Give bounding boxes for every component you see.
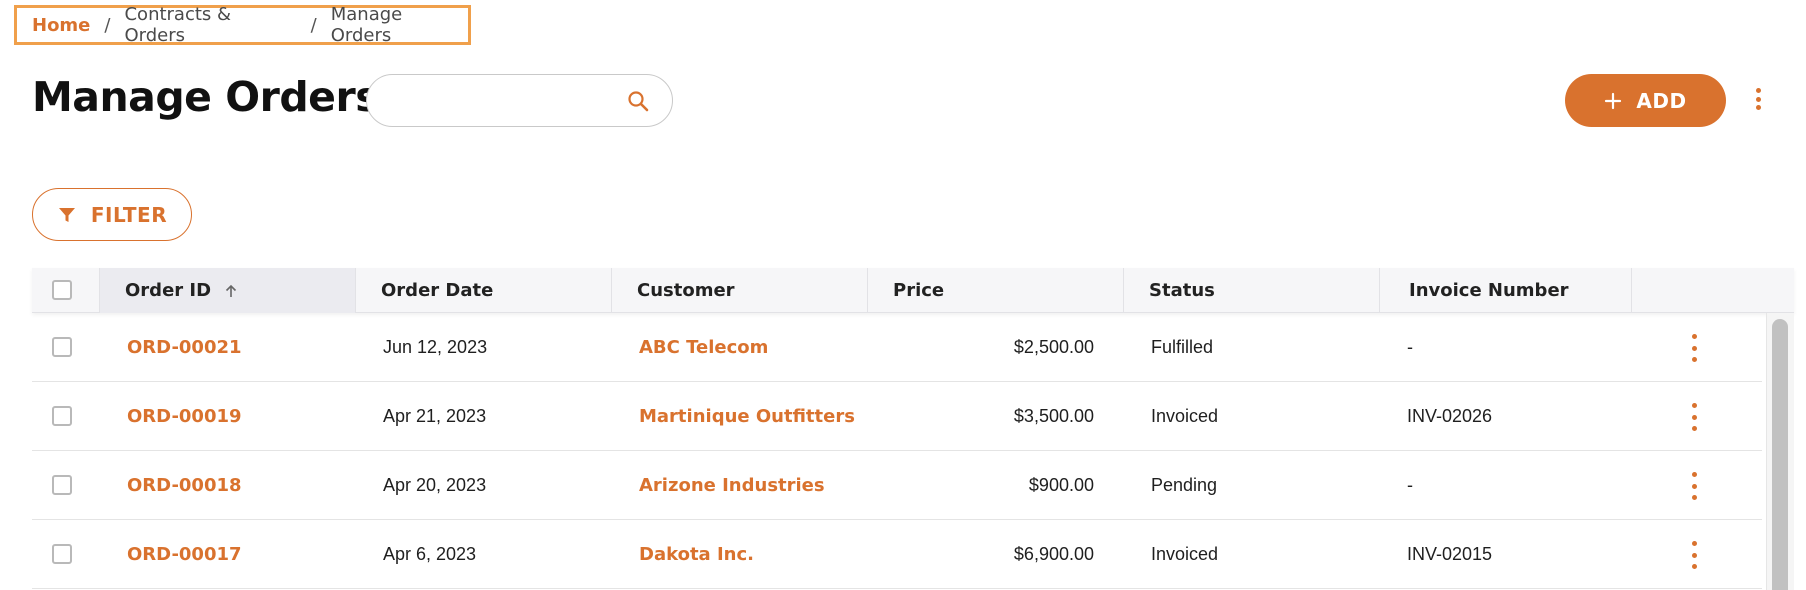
column-header-customer[interactable]: Customer	[612, 268, 868, 313]
add-button-label: ADD	[1636, 88, 1687, 113]
customer-link[interactable]: Dakota Inc.	[639, 520, 754, 589]
status: Pending	[1151, 475, 1218, 495]
order-id-link[interactable]: ORD-00021	[127, 313, 242, 382]
order-date: Apr 20, 2023	[383, 475, 487, 495]
column-header-invoice-number[interactable]: Invoice Number	[1380, 268, 1632, 313]
order-date: Apr 6, 2023	[383, 544, 477, 564]
row-more-options-icon[interactable]	[1690, 541, 1698, 569]
breadcrumb: Home / Contracts & Orders / Manage Order…	[14, 4, 471, 46]
customer-link[interactable]: Martinique Outfitters	[639, 382, 855, 451]
status: Invoiced	[1151, 544, 1219, 564]
filter-icon	[58, 207, 75, 222]
price: $3,500.00	[1013, 406, 1094, 426]
invoice-number: INV-02015	[1407, 544, 1493, 564]
breadcrumb-home-link[interactable]: Home	[32, 15, 90, 36]
breadcrumb-current: Manage Orders	[330, 4, 403, 46]
sort-ascending-icon[interactable]	[223, 283, 239, 299]
column-header-label: Customer	[637, 280, 735, 301]
column-header-label: Price	[893, 280, 945, 301]
column-header-label: Order ID	[125, 280, 212, 301]
order-date: Apr 21, 2023	[383, 406, 487, 426]
filter-button-label: FILTER	[90, 202, 168, 227]
search-icon[interactable]	[626, 89, 650, 113]
orders-table: Order ID Order Date Customer Price Statu…	[32, 268, 1794, 590]
price: $2,500.00	[1013, 337, 1094, 357]
breadcrumb-contracts-orders-link[interactable]: Contracts & Orders	[124, 4, 296, 46]
select-all-checkbox[interactable]	[52, 280, 72, 300]
row-checkbox[interactable]	[52, 544, 72, 564]
row-checkbox[interactable]	[52, 337, 72, 357]
order-id-link[interactable]: ORD-00018	[127, 451, 242, 520]
price: $6,900.00	[1013, 544, 1094, 564]
order-id-link[interactable]: ORD-00019	[127, 382, 242, 451]
column-header-order-date[interactable]: Order Date	[356, 268, 612, 313]
invoice-number: -	[1407, 337, 1413, 357]
column-header-label: Invoice Number	[1409, 280, 1569, 301]
search-box	[366, 74, 673, 127]
invoice-number: -	[1407, 475, 1413, 495]
row-more-options-icon[interactable]	[1690, 403, 1698, 431]
status: Invoiced	[1151, 406, 1219, 426]
table-row: ORD-00018 Apr 20, 2023 Arizone Industrie…	[32, 451, 1762, 520]
invoice-number: INV-02026	[1407, 406, 1493, 426]
filter-button[interactable]: FILTER	[32, 188, 192, 241]
breadcrumb-separator: /	[310, 14, 317, 36]
table-row: ORD-00017 Apr 6, 2023 Dakota Inc. $6,900…	[32, 520, 1762, 589]
column-header-status[interactable]: Status	[1124, 268, 1380, 313]
table-header: Order ID Order Date Customer Price Statu…	[32, 268, 1794, 313]
column-header-order-id[interactable]: Order ID	[100, 268, 356, 313]
header-select-cell	[32, 268, 100, 313]
scrollbar-thumb[interactable]	[1772, 319, 1788, 590]
customer-link[interactable]: Arizone Industries	[639, 451, 825, 520]
vertical-scrollbar[interactable]	[1766, 313, 1794, 590]
more-options-icon[interactable]	[1754, 88, 1762, 110]
breadcrumb-separator: /	[104, 14, 111, 36]
status: Fulfilled	[1151, 337, 1214, 357]
add-button[interactable]: ADD	[1565, 74, 1726, 127]
row-more-options-icon[interactable]	[1690, 472, 1698, 500]
row-checkbox[interactable]	[52, 406, 72, 426]
row-checkbox[interactable]	[52, 475, 72, 495]
order-id-link[interactable]: ORD-00017	[127, 520, 242, 589]
table-row: ORD-00019 Apr 21, 2023 Martinique Outfit…	[32, 382, 1762, 451]
column-header-label: Status	[1149, 280, 1215, 301]
customer-link[interactable]: ABC Telecom	[639, 313, 768, 382]
price: $900.00	[1028, 475, 1094, 495]
table-row: ORD-00021 Jun 12, 2023 ABC Telecom $2,50…	[32, 313, 1762, 382]
search-input[interactable]	[385, 85, 615, 117]
order-date: Jun 12, 2023	[383, 337, 488, 357]
row-more-options-icon[interactable]	[1690, 334, 1698, 362]
column-header-price[interactable]: Price	[868, 268, 1124, 313]
page-title: Manage Orders	[32, 73, 380, 121]
column-header-label: Order Date	[381, 280, 494, 301]
plus-icon	[1605, 92, 1622, 109]
